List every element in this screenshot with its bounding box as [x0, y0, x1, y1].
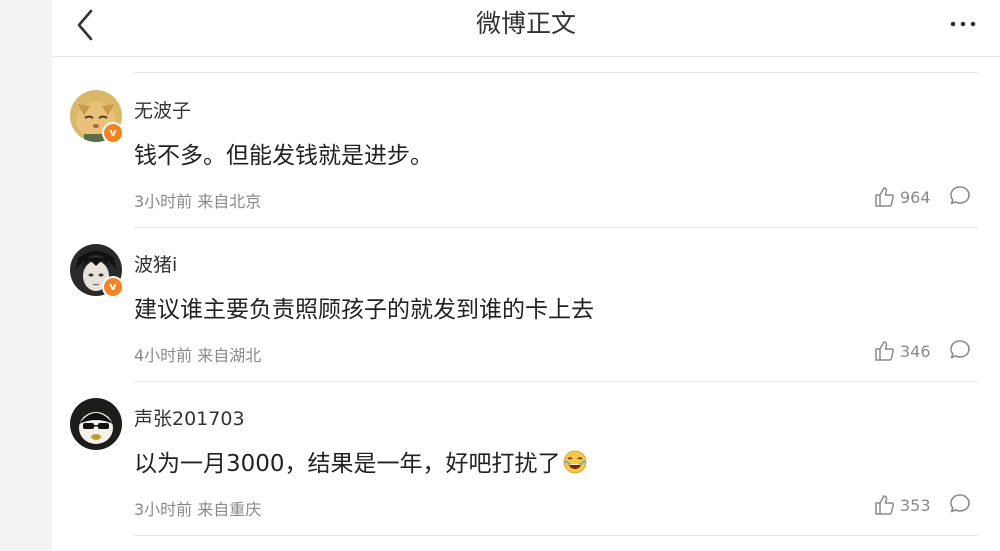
like-button[interactable]: 346 [874, 338, 931, 364]
username[interactable]: 声张201703 [134, 404, 245, 431]
more-button[interactable] [948, 12, 978, 36]
comment-item: 声张201703 以为一月3000，结果是一年，好吧打扰了 3小时前 来自重庆 … [52, 382, 1000, 536]
comment-location: 来自重庆 [197, 500, 262, 519]
comment-meta: 4小时前 来自湖北 [134, 342, 261, 366]
username[interactable]: 无波子 [134, 96, 191, 123]
weibo-page: 微博正文 v 无波子 钱不多。但能发钱就是进步。 3小时前 来自北京 964 v… [52, 0, 1000, 551]
top-nav-bar: 微博正文 [52, 0, 1000, 57]
comment-bubble-icon [950, 186, 970, 205]
reply-button[interactable] [948, 492, 972, 516]
like-button[interactable]: 353 [874, 492, 931, 518]
comment-bubble-icon [950, 494, 970, 513]
comment-meta: 3小时前 来自重庆 [134, 496, 261, 520]
like-button[interactable]: 964 [874, 184, 931, 210]
more-dots-icon [950, 21, 976, 27]
comment-location: 来自湖北 [197, 346, 262, 365]
comment-text: 钱不多。但能发钱就是进步。 [134, 143, 433, 169]
like-count: 964 [900, 187, 931, 207]
username[interactable]: 波猪i [134, 250, 177, 277]
comment-item: v 波猪i 建议谁主要负责照顾孩子的就发到谁的卡上去 4小时前 来自湖北 346 [52, 228, 1000, 382]
comment-meta: 3小时前 来自北京 [134, 188, 261, 212]
comment-text: 以为一月3000，结果是一年，好吧打扰了 [134, 444, 587, 478]
comment-time: 3小时前 [134, 192, 193, 211]
divider [134, 72, 978, 73]
comment-location: 来自北京 [197, 192, 262, 211]
page-title: 微博正文 [475, 9, 576, 38]
thumbs-up-icon [875, 495, 894, 515]
laughing-crying-emoji-icon [563, 450, 586, 474]
avatar[interactable] [70, 398, 122, 450]
comment-item: v 无波子 钱不多。但能发钱就是进步。 3小时前 来自北京 964 [52, 74, 1000, 228]
sunglasses-avatar-image [70, 398, 122, 450]
verified-badge: v [102, 276, 124, 298]
comment-text: 建议谁主要负责照顾孩子的就发到谁的卡上去 [134, 297, 594, 323]
comment-time: 4小时前 [134, 346, 193, 365]
thumbs-up-icon [875, 341, 894, 361]
like-count: 353 [900, 495, 931, 515]
like-count: 346 [900, 341, 931, 361]
comment-text-body: 以为一月3000，结果是一年，好吧打扰了 [134, 451, 561, 477]
reply-button[interactable] [948, 338, 972, 362]
divider [134, 535, 978, 536]
comment-time: 3小时前 [134, 500, 193, 519]
avatar[interactable]: v [70, 244, 124, 298]
comment-bubble-icon [950, 340, 970, 359]
reply-button[interactable] [948, 184, 972, 208]
verified-badge: v [102, 122, 124, 144]
avatar[interactable]: v [70, 90, 124, 144]
thumbs-up-icon [875, 187, 894, 207]
